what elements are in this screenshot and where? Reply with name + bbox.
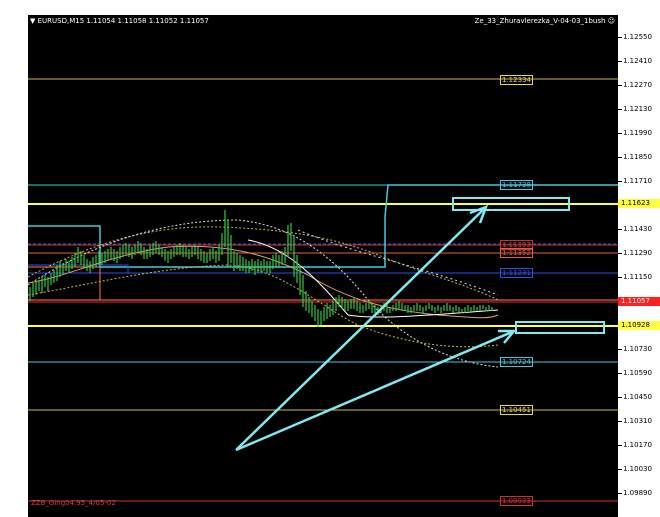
axis-tick [618, 493, 622, 494]
axis-label: 1.11850 [623, 153, 652, 161]
mt4-window: ▼ EURUSD,M15 1.11054 1.11058 1.11052 1.1… [0, 0, 660, 517]
level-label-110451: 1.10451 [500, 405, 533, 415]
axis-highlight-111623: 1.11623 [618, 199, 660, 208]
level-label-111738: 1.11738 [500, 180, 533, 190]
axis-label: 1.12270 [623, 81, 652, 89]
axis-tick [618, 373, 622, 374]
smiley-icon: ☺ [607, 17, 615, 25]
axis-label: 1.11990 [623, 129, 652, 137]
axis-tick [618, 61, 622, 62]
level-label-111352: 1.11352 [500, 248, 533, 258]
axis-label: 1.09890 [623, 489, 652, 497]
axis-label: 1.10730 [623, 345, 652, 353]
annotation-arrows [235, 204, 517, 452]
axis-highlight-110928: 1.10928 [618, 321, 660, 330]
axis-label: 1.11290 [623, 249, 652, 257]
axis-label: 1.12410 [623, 57, 652, 65]
price-chart[interactable]: ▼ EURUSD,M15 1.11054 1.11058 1.11052 1.1… [28, 15, 618, 517]
level-label-109933: 1.09933 [500, 496, 533, 506]
dropdown-triangle-icon[interactable]: ▼ [30, 17, 38, 25]
axis-tick [618, 349, 622, 350]
axis-label: 1.11430 [623, 225, 652, 233]
axis-tick [618, 445, 622, 446]
price-axis[interactable]: 1.12550 1.12410 1.12270 1.12130 1.11990 1.118… [618, 15, 660, 517]
axis-tick [618, 157, 622, 158]
axis-highlight-price: 1.11057 [618, 297, 660, 306]
axis-label: 1.10030 [623, 465, 652, 473]
axis-tick [618, 85, 622, 86]
envelope-lower [28, 264, 499, 348]
indicator-title: Ze_33_Zhuravlerezka_V-04-03_1bush ☺ [474, 17, 615, 25]
axis-tick [618, 133, 622, 134]
axis-tick [618, 109, 622, 110]
axis-label: 1.10310 [623, 417, 652, 425]
axis-tick [618, 277, 622, 278]
axis-tick [618, 253, 622, 254]
axis-tick [618, 421, 622, 422]
arrow-line-right [235, 330, 513, 452]
axis-label: 1.11710 [623, 177, 652, 185]
axis-label: 1.10450 [623, 393, 652, 401]
level-label-110724: 1.10724 [500, 357, 533, 367]
level-label-112334: 1.12334 [500, 75, 533, 85]
axis-label: 1.12130 [623, 105, 652, 113]
axis-label: 1.10590 [623, 369, 652, 377]
axis-tick [618, 37, 622, 38]
axis-label: 1.11150 [623, 273, 652, 281]
axis-tick [618, 397, 622, 398]
envelope-outer [28, 219, 499, 368]
axis-label: 1.12550 [623, 33, 652, 41]
footer-indicator-text: ZZB_Ging04.95_4/05-02 [31, 499, 116, 507]
axis-tick [618, 469, 622, 470]
chart-symbol-info: ▼ EURUSD,M15 1.11054 1.11058 1.11052 1.1… [30, 17, 209, 25]
chart-canvas [28, 78, 618, 502]
target-box-lower[interactable] [515, 321, 605, 334]
axis-tick [618, 181, 622, 182]
level-label-111231: 1.11231 [500, 268, 533, 278]
axis-label: 1.10170 [623, 441, 652, 449]
axis-tick [618, 229, 622, 230]
